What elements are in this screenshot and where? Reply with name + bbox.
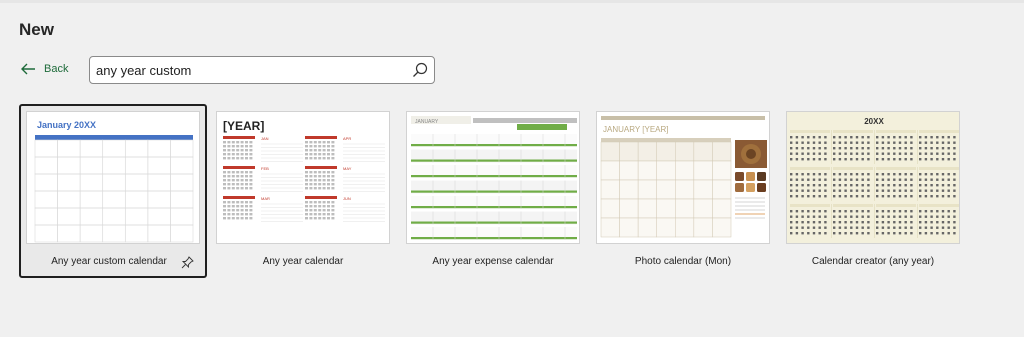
top-border	[0, 0, 1024, 3]
template-tile-any-year-expense-calendar[interactable]: JANUARY Any year expense calendar	[399, 104, 587, 278]
svg-text:JAN: JAN	[261, 136, 269, 141]
template-thumbnail: JANUARY [YEAR]	[596, 111, 770, 244]
template-label: Any year calendar	[262, 256, 344, 267]
svg-text:FEB: FEB	[261, 166, 269, 171]
template-thumbnail: 20XX	[786, 111, 960, 244]
template-thumbnail: [YEAR] JAN APR FEB MAY MAR JUN	[216, 111, 390, 244]
svg-text:JUN: JUN	[343, 196, 351, 201]
template-label: Any year expense calendar	[432, 256, 554, 267]
template-tile-photo-calendar-mon[interactable]: JANUARY [YEAR] Photo calendar (Mon)	[589, 104, 777, 278]
template-thumbnail: JANUARY	[406, 111, 580, 244]
thumb-heading: 20XX	[864, 117, 884, 126]
calendar-preview: JANUARY [YEAR]	[597, 112, 769, 243]
svg-text:MAR: MAR	[261, 196, 270, 201]
template-label: Calendar creator (any year)	[811, 256, 935, 267]
search-icon[interactable]	[412, 62, 428, 78]
arrow-left-icon	[21, 63, 35, 75]
thumb-heading: [YEAR]	[223, 119, 264, 133]
calendar-preview: January 20XX	[27, 112, 199, 243]
svg-text:MAY: MAY	[343, 166, 352, 171]
back-button[interactable]: Back	[20, 62, 68, 76]
svg-text:APR: APR	[343, 136, 351, 141]
pin-icon[interactable]	[181, 256, 194, 269]
template-label: Any year custom calendar	[51, 256, 167, 267]
template-tile-calendar-creator-any-year[interactable]: 20XX Calendar creator (any year)	[779, 104, 967, 278]
template-label: Photo calendar (Mon)	[634, 256, 732, 267]
calendar-preview: 20XX	[787, 112, 959, 243]
back-label: Back	[44, 63, 69, 75]
thumb-heading: January 20XX	[37, 120, 96, 130]
template-thumbnail: January 20XX	[26, 111, 200, 244]
search-input[interactable]	[96, 62, 412, 78]
thumb-heading: JANUARY [YEAR]	[603, 125, 669, 134]
page-title: New	[19, 20, 54, 39]
template-tile-any-year-custom-calendar[interactable]: January 20XX Any year custom calendar	[19, 104, 207, 278]
thumb-heading: JANUARY	[415, 119, 439, 125]
calendar-preview: [YEAR] JAN APR FEB MAY MAR JUN	[217, 112, 389, 243]
template-tile-any-year-calendar[interactable]: [YEAR] JAN APR FEB MAY MAR JUN Any year calen…	[209, 104, 397, 278]
calendar-preview: JANUARY	[407, 112, 579, 243]
search-box[interactable]	[89, 56, 435, 84]
